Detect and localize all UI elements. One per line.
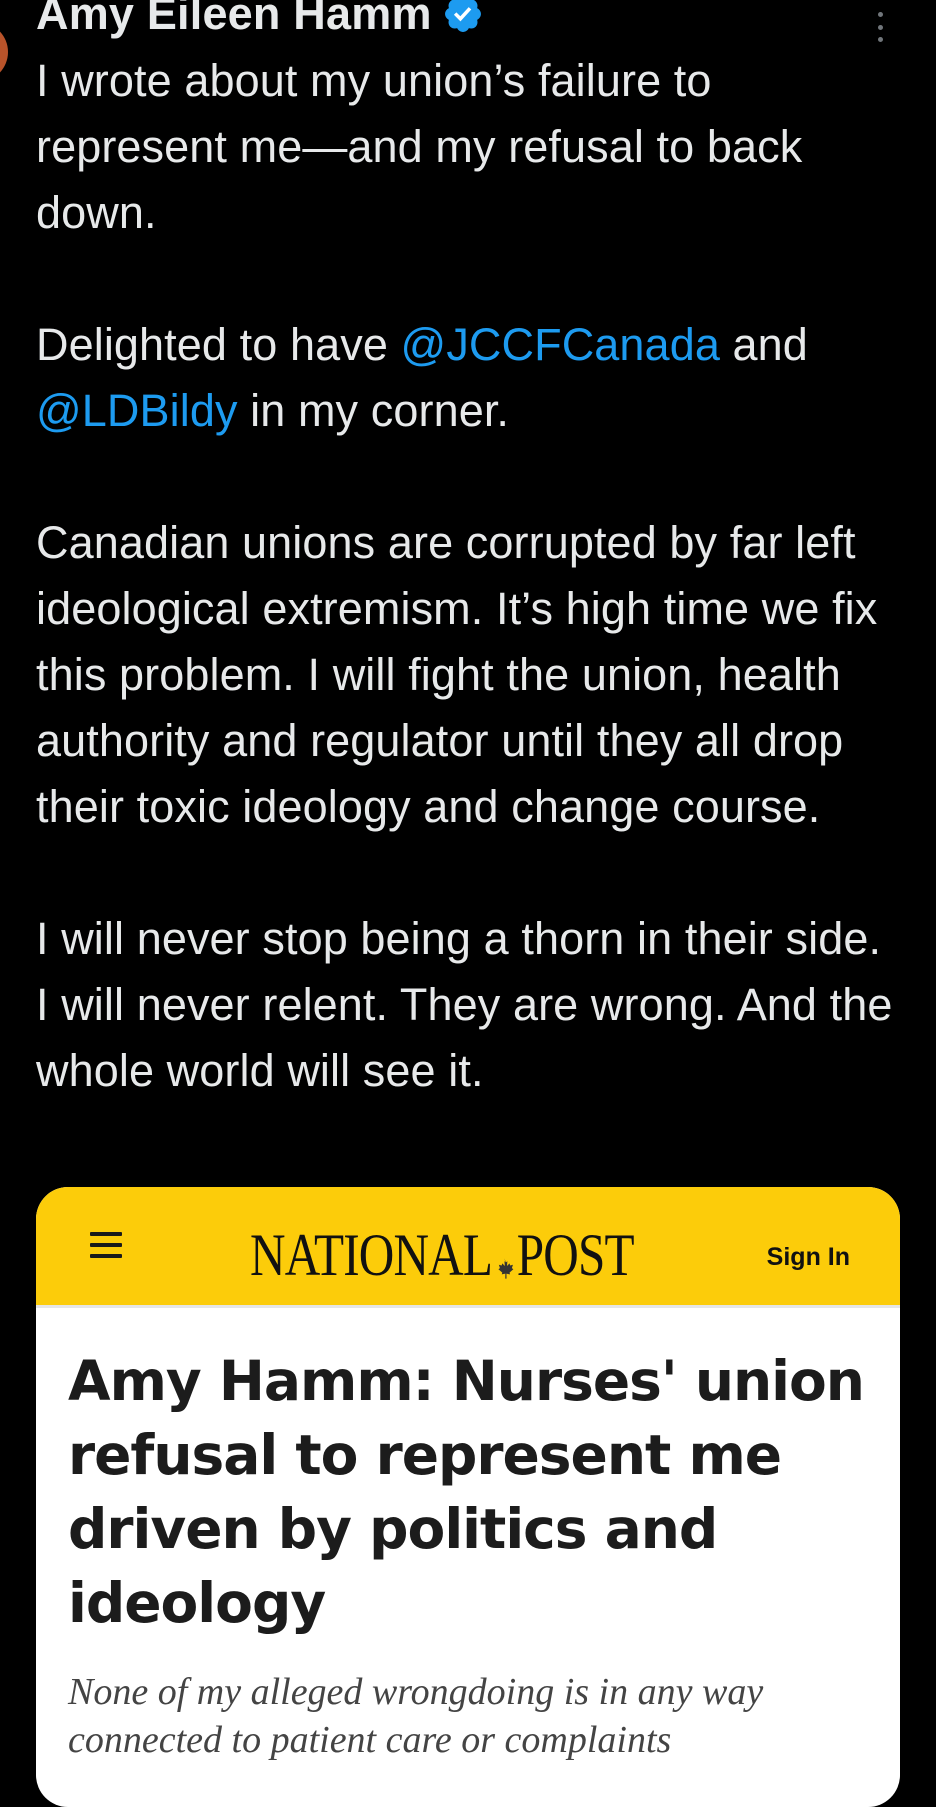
card-body: Amy Hamm: Nurses' union refusal to repre… [36, 1308, 900, 1764]
article-headline[interactable]: Amy Hamm: Nurses' union refusal to repre… [68, 1344, 868, 1640]
hamburger-menu-icon[interactable] [90, 1232, 122, 1258]
author-name[interactable]: Amy Eileen Hamm [36, 0, 432, 40]
mention-link-ldbildy[interactable]: @LDBildy [36, 385, 238, 436]
verified-badge-icon[interactable] [442, 0, 484, 35]
sign-in-button[interactable]: Sign In [767, 1243, 850, 1272]
logo-text-right: POST [516, 1221, 635, 1288]
maple-leaf-icon [494, 1229, 515, 1279]
tweet-paragraph-4: I will never stop being a thorn in their… [36, 913, 893, 1096]
mention-link-jccfcanada[interactable]: @JCCFCanada [401, 319, 720, 370]
logo-text-left: NATIONAL [250, 1221, 493, 1288]
tweet-paragraph-3: Canadian unions are corrupted by far lef… [36, 517, 878, 832]
article-subheadline: None of my alleged wrongdoing is in any … [68, 1671, 764, 1761]
more-options-icon[interactable] [876, 12, 884, 42]
text-segment: Delighted to have [36, 319, 401, 370]
card-site-header: NATIONAL POST Sign In [36, 1187, 900, 1308]
tweet-text: I wrote about my union’s failure to repr… [36, 48, 906, 1104]
tweet-paragraph-2: Delighted to have @JCCFCanada and @LDBil… [36, 312, 906, 444]
text-segment: in my corner. [237, 385, 510, 436]
link-preview-card[interactable]: NATIONAL POST Sign In Amy Hamm: Nurses' … [36, 1187, 900, 1807]
tweet-paragraph-1: I wrote about my union’s failure to repr… [36, 55, 803, 238]
text-segment: and [719, 319, 808, 370]
national-post-logo: NATIONAL POST [250, 1221, 635, 1289]
tweet-header: Amy Eileen Hamm [36, 0, 484, 42]
avatar[interactable] [0, 22, 8, 82]
